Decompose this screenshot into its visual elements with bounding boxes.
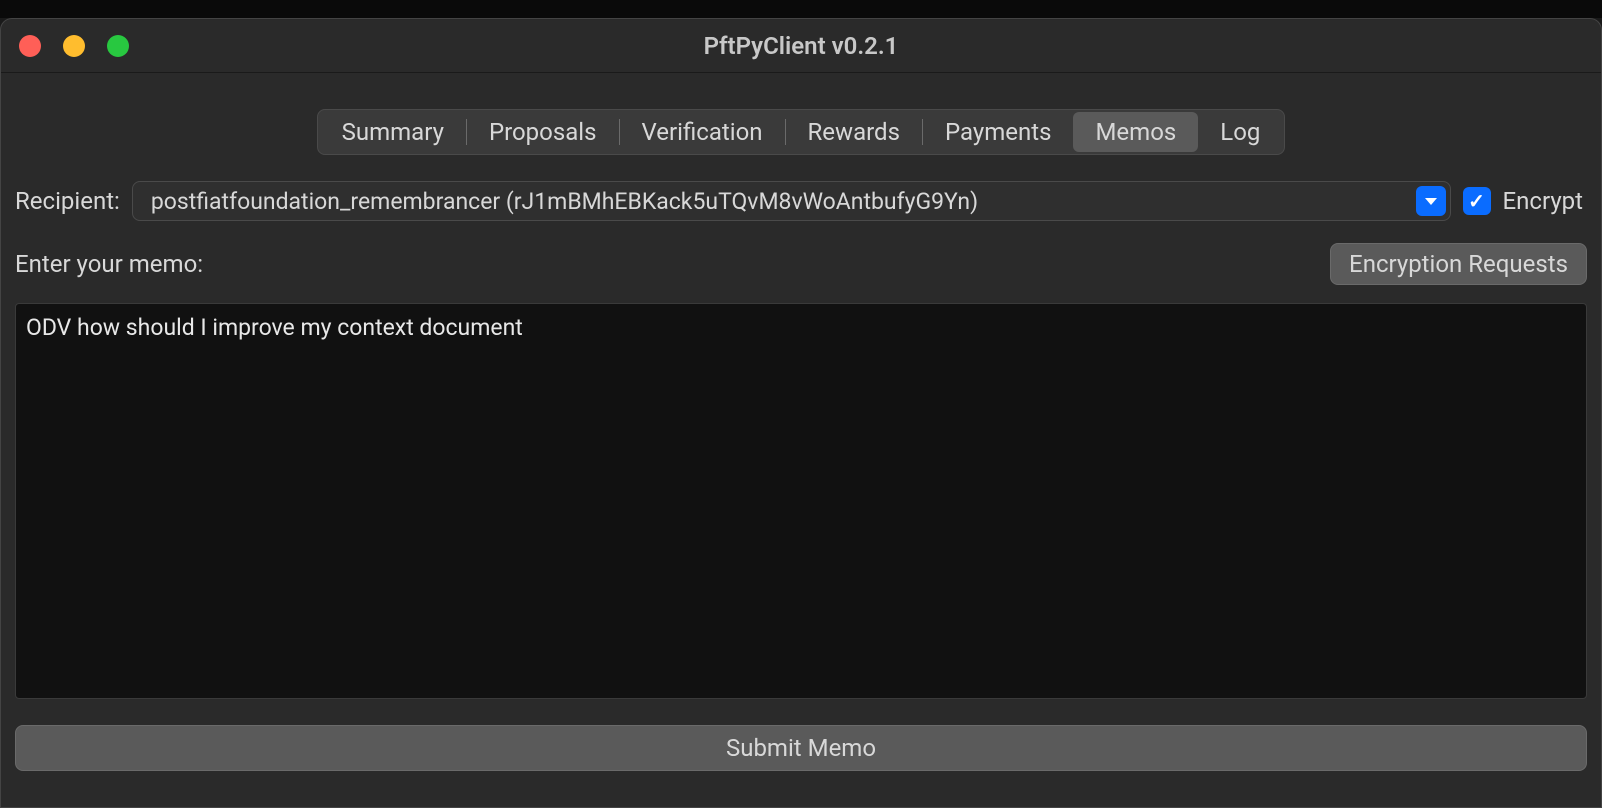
recipient-row: Recipient: postfiatfoundation_remembranc…	[15, 181, 1587, 221]
content-area: Recipient: postfiatfoundation_remembranc…	[1, 155, 1601, 785]
minimize-window-button[interactable]	[63, 35, 85, 57]
close-window-button[interactable]	[19, 35, 41, 57]
outer-background	[0, 0, 1602, 18]
chevron-down-icon	[1425, 198, 1437, 205]
encrypt-label: Encrypt	[1503, 187, 1587, 215]
encrypt-checkbox[interactable]: ✓	[1463, 187, 1491, 215]
recipient-label: Recipient:	[15, 187, 120, 215]
tab-log[interactable]: Log	[1198, 112, 1282, 152]
window-title: PftPyClient v0.2.1	[704, 32, 899, 60]
tab-memos[interactable]: Memos	[1073, 112, 1198, 152]
tab-proposals[interactable]: Proposals	[467, 112, 619, 152]
tabs: Summary Proposals Verification Rewards P…	[317, 109, 1286, 155]
recipient-dropdown-button[interactable]	[1416, 186, 1446, 216]
encryption-requests-button[interactable]: Encryption Requests	[1330, 243, 1587, 285]
maximize-window-button[interactable]	[107, 35, 129, 57]
tab-payments[interactable]: Payments	[923, 112, 1074, 152]
tab-verification[interactable]: Verification	[620, 112, 785, 152]
submit-memo-button[interactable]: Submit Memo	[15, 725, 1587, 771]
memo-header-row: Enter your memo: Encryption Requests	[15, 243, 1587, 285]
app-window: PftPyClient v0.2.1 Summary Proposals Ver…	[0, 18, 1602, 808]
checkmark-icon: ✓	[1468, 189, 1485, 213]
traffic-lights	[1, 35, 129, 57]
memo-label: Enter your memo:	[15, 250, 203, 278]
tab-summary[interactable]: Summary	[320, 112, 466, 152]
tab-rewards[interactable]: Rewards	[786, 112, 922, 152]
memo-textarea[interactable]	[15, 303, 1587, 699]
recipient-value: postfiatfoundation_remembrancer (rJ1mBMh…	[151, 188, 1416, 215]
tabs-container: Summary Proposals Verification Rewards P…	[1, 73, 1601, 155]
titlebar: PftPyClient v0.2.1	[1, 19, 1601, 73]
recipient-select[interactable]: postfiatfoundation_remembrancer (rJ1mBMh…	[132, 181, 1451, 221]
